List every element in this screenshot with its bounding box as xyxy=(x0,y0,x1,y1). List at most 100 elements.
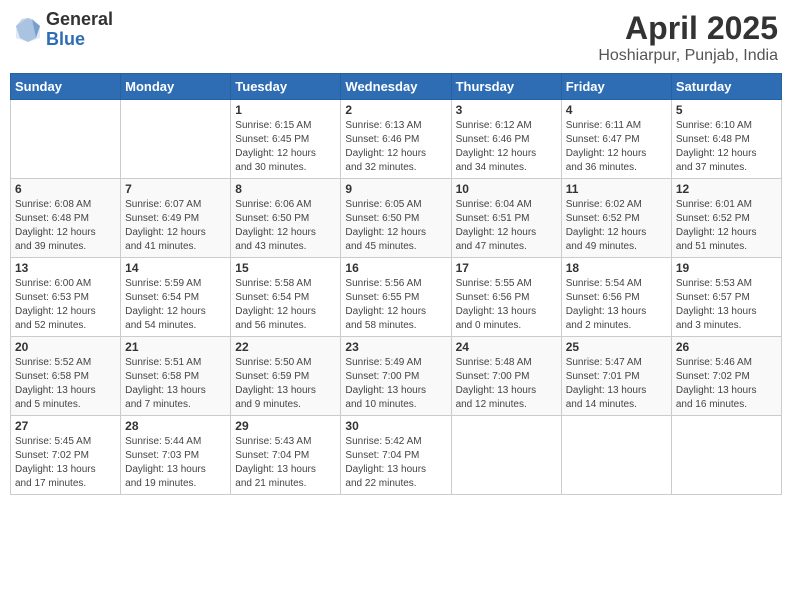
day-info: Sunrise: 5:59 AM Sunset: 6:54 PM Dayligh… xyxy=(125,277,226,333)
day-info: Sunrise: 6:06 AM Sunset: 6:50 PM Dayligh… xyxy=(235,198,336,254)
calendar-cell: 4 Sunrise: 6:11 AM Sunset: 6:47 PM Daylig… xyxy=(561,100,671,179)
day-number: 16 xyxy=(345,261,446,275)
calendar-cell: 13Sunrise: 6:00 AM Sunset: 6:53 PM Dayli… xyxy=(11,258,121,337)
day-info: Sunrise: 6:15 AM Sunset: 6:45 PM Dayligh… xyxy=(235,119,336,175)
day-info: Sunrise: 6:00 AM Sunset: 6:53 PM Dayligh… xyxy=(15,277,116,333)
calendar-cell: 18 Sunrise: 5:54 AM Sunset: 6:56 PM Dayli… xyxy=(561,258,671,337)
weekday-header-saturday: Saturday xyxy=(671,74,781,100)
day-info: Sunrise: 6:12 AM Sunset: 6:46 PM Dayligh… xyxy=(456,119,557,175)
calendar-cell: 9 Sunrise: 6:05 AM Sunset: 6:50 PM Daylig… xyxy=(341,179,451,258)
day-number: 9 xyxy=(345,182,446,196)
day-info: Sunrise: 6:02 AM Sunset: 6:52 PM Dayligh… xyxy=(566,198,667,254)
calendar-cell: 8Sunrise: 6:06 AM Sunset: 6:50 PM Daylig… xyxy=(231,179,341,258)
day-info: Sunrise: 5:43 AM Sunset: 7:04 PM Dayligh… xyxy=(235,435,336,491)
title-area: April 2025 Hoshiarpur, Punjab, India xyxy=(598,10,778,65)
day-info: Sunrise: 6:07 AM Sunset: 6:49 PM Dayligh… xyxy=(125,198,226,254)
calendar-cell: 17 Sunrise: 5:55 AM Sunset: 6:56 PM Dayli… xyxy=(451,258,561,337)
calendar-cell xyxy=(561,416,671,495)
calendar-cell xyxy=(121,100,231,179)
calendar-cell: 30Sunrise: 5:42 AM Sunset: 7:04 PM Dayli… xyxy=(341,416,451,495)
calendar-table: SundayMondayTuesdayWednesdayThursdayFrid… xyxy=(10,73,782,495)
calendar-cell: 25 Sunrise: 5:47 AM Sunset: 7:01 PM Dayli… xyxy=(561,337,671,416)
day-number: 29 xyxy=(235,419,336,433)
calendar-cell: 19 Sunrise: 5:53 AM Sunset: 6:57 PM Dayli… xyxy=(671,258,781,337)
day-info: Sunrise: 5:53 AM Sunset: 6:57 PM Dayligh… xyxy=(676,277,777,333)
logo-general-text: General xyxy=(46,10,113,30)
day-info: Sunrise: 5:55 AM Sunset: 6:56 PM Dayligh… xyxy=(456,277,557,333)
logo-blue-text: Blue xyxy=(46,30,113,50)
day-info: Sunrise: 6:08 AM Sunset: 6:48 PM Dayligh… xyxy=(15,198,116,254)
logo-icon xyxy=(14,16,42,44)
calendar-week-row: 27Sunrise: 5:45 AM Sunset: 7:02 PM Dayli… xyxy=(11,416,782,495)
day-info: Sunrise: 5:48 AM Sunset: 7:00 PM Dayligh… xyxy=(456,356,557,412)
day-info: Sunrise: 5:42 AM Sunset: 7:04 PM Dayligh… xyxy=(345,435,446,491)
calendar-location: Hoshiarpur, Punjab, India xyxy=(598,47,778,65)
calendar-cell: 1 Sunrise: 6:15 AM Sunset: 6:45 PM Daylig… xyxy=(231,100,341,179)
calendar-cell: 14 Sunrise: 5:59 AM Sunset: 6:54 PM Dayli… xyxy=(121,258,231,337)
day-number: 1 xyxy=(235,103,336,117)
day-number: 2 xyxy=(345,103,446,117)
day-number: 14 xyxy=(125,261,226,275)
day-number: 26 xyxy=(676,340,777,354)
logo-text: General Blue xyxy=(46,10,113,50)
day-info: Sunrise: 5:49 AM Sunset: 7:00 PM Dayligh… xyxy=(345,356,446,412)
calendar-title: April 2025 xyxy=(598,10,778,47)
day-info: Sunrise: 5:47 AM Sunset: 7:01 PM Dayligh… xyxy=(566,356,667,412)
day-info: Sunrise: 5:50 AM Sunset: 6:59 PM Dayligh… xyxy=(235,356,336,412)
day-info: Sunrise: 5:54 AM Sunset: 6:56 PM Dayligh… xyxy=(566,277,667,333)
day-number: 11 xyxy=(566,182,667,196)
weekday-header-row: SundayMondayTuesdayWednesdayThursdayFrid… xyxy=(11,74,782,100)
day-number: 3 xyxy=(456,103,557,117)
weekday-header-friday: Friday xyxy=(561,74,671,100)
calendar-cell xyxy=(451,416,561,495)
day-number: 24 xyxy=(456,340,557,354)
calendar-cell: 28 Sunrise: 5:44 AM Sunset: 7:03 PM Dayli… xyxy=(121,416,231,495)
calendar-cell: 22 Sunrise: 5:50 AM Sunset: 6:59 PM Dayli… xyxy=(231,337,341,416)
day-info: Sunrise: 6:10 AM Sunset: 6:48 PM Dayligh… xyxy=(676,119,777,175)
day-number: 10 xyxy=(456,182,557,196)
day-number: 22 xyxy=(235,340,336,354)
day-number: 17 xyxy=(456,261,557,275)
calendar-cell: 23Sunrise: 5:49 AM Sunset: 7:00 PM Dayli… xyxy=(341,337,451,416)
day-number: 5 xyxy=(676,103,777,117)
day-info: Sunrise: 5:52 AM Sunset: 6:58 PM Dayligh… xyxy=(15,356,116,412)
day-info: Sunrise: 6:01 AM Sunset: 6:52 PM Dayligh… xyxy=(676,198,777,254)
calendar-cell: 10 Sunrise: 6:04 AM Sunset: 6:51 PM Dayli… xyxy=(451,179,561,258)
day-info: Sunrise: 5:44 AM Sunset: 7:03 PM Dayligh… xyxy=(125,435,226,491)
calendar-cell: 5 Sunrise: 6:10 AM Sunset: 6:48 PM Daylig… xyxy=(671,100,781,179)
calendar-week-row: 20Sunrise: 5:52 AM Sunset: 6:58 PM Dayli… xyxy=(11,337,782,416)
calendar-cell xyxy=(671,416,781,495)
calendar-cell: 11 Sunrise: 6:02 AM Sunset: 6:52 PM Dayli… xyxy=(561,179,671,258)
day-number: 25 xyxy=(566,340,667,354)
calendar-cell: 16Sunrise: 5:56 AM Sunset: 6:55 PM Dayli… xyxy=(341,258,451,337)
calendar-week-row: 1 Sunrise: 6:15 AM Sunset: 6:45 PM Daylig… xyxy=(11,100,782,179)
day-number: 4 xyxy=(566,103,667,117)
day-number: 27 xyxy=(15,419,116,433)
calendar-cell: 20Sunrise: 5:52 AM Sunset: 6:58 PM Dayli… xyxy=(11,337,121,416)
calendar-cell: 21Sunrise: 5:51 AM Sunset: 6:58 PM Dayli… xyxy=(121,337,231,416)
logo: General Blue xyxy=(14,10,113,50)
day-number: 18 xyxy=(566,261,667,275)
day-number: 19 xyxy=(676,261,777,275)
day-info: Sunrise: 6:04 AM Sunset: 6:51 PM Dayligh… xyxy=(456,198,557,254)
calendar-cell xyxy=(11,100,121,179)
day-info: Sunrise: 6:11 AM Sunset: 6:47 PM Dayligh… xyxy=(566,119,667,175)
calendar-cell: 24 Sunrise: 5:48 AM Sunset: 7:00 PM Dayli… xyxy=(451,337,561,416)
day-number: 15 xyxy=(235,261,336,275)
weekday-header-wednesday: Wednesday xyxy=(341,74,451,100)
calendar-cell: 26 Sunrise: 5:46 AM Sunset: 7:02 PM Dayli… xyxy=(671,337,781,416)
day-number: 28 xyxy=(125,419,226,433)
calendar-cell: 3 Sunrise: 6:12 AM Sunset: 6:46 PM Daylig… xyxy=(451,100,561,179)
calendar-cell: 29 Sunrise: 5:43 AM Sunset: 7:04 PM Dayli… xyxy=(231,416,341,495)
calendar-cell: 6Sunrise: 6:08 AM Sunset: 6:48 PM Daylig… xyxy=(11,179,121,258)
day-info: Sunrise: 5:46 AM Sunset: 7:02 PM Dayligh… xyxy=(676,356,777,412)
day-number: 21 xyxy=(125,340,226,354)
day-number: 12 xyxy=(676,182,777,196)
day-info: Sunrise: 6:05 AM Sunset: 6:50 PM Dayligh… xyxy=(345,198,446,254)
calendar-cell: 15Sunrise: 5:58 AM Sunset: 6:54 PM Dayli… xyxy=(231,258,341,337)
calendar-cell: 2Sunrise: 6:13 AM Sunset: 6:46 PM Daylig… xyxy=(341,100,451,179)
calendar-week-row: 6Sunrise: 6:08 AM Sunset: 6:48 PM Daylig… xyxy=(11,179,782,258)
calendar-cell: 27Sunrise: 5:45 AM Sunset: 7:02 PM Dayli… xyxy=(11,416,121,495)
calendar-week-row: 13Sunrise: 6:00 AM Sunset: 6:53 PM Dayli… xyxy=(11,258,782,337)
header: General Blue April 2025 Hoshiarpur, Punj… xyxy=(10,10,782,65)
